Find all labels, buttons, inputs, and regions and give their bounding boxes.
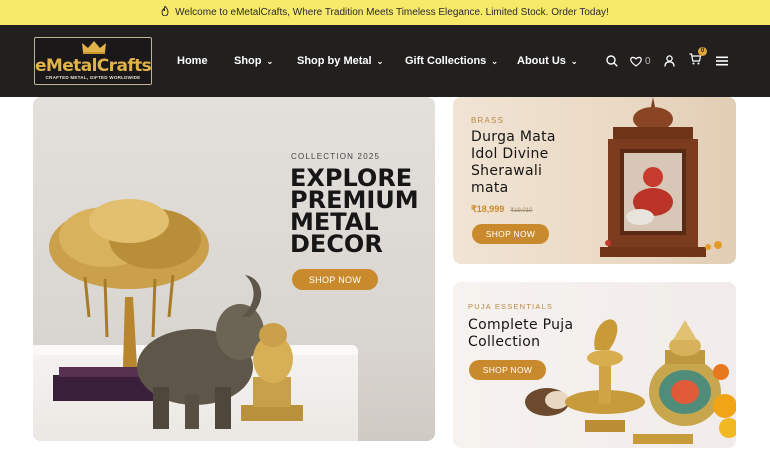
card1-title-line: mata (471, 180, 509, 196)
promo-card-puja-essentials[interactable]: PUJA ESSENTIALS Complete Puja Collection… (453, 282, 736, 448)
card1-price: ₹18,999 (471, 204, 505, 214)
fire-icon (161, 4, 169, 19)
cart-button[interactable]: 0 (689, 25, 707, 97)
wishlist-button[interactable]: 0 (630, 25, 651, 97)
heart-icon (630, 56, 642, 67)
card1-price-row: ₹18,999 ₹19,010 (471, 204, 532, 215)
hamburger-menu-button[interactable] (716, 25, 728, 97)
card2-title-line: Collection (468, 334, 541, 350)
logo-brand: eMetalCrafts (35, 56, 152, 76)
nav-item-label: Home (177, 55, 208, 67)
site-logo[interactable]: eMetalCrafts CRAFTED METAL, GIFTED WORLD… (34, 37, 152, 85)
chevron-down-icon: ⌄ (266, 56, 274, 66)
hamburger-icon (716, 56, 728, 66)
logo-tagline: CRAFTED METAL, GIFTED WORLDWIDE (45, 75, 141, 80)
card1-eyebrow: BRASS (471, 116, 505, 125)
hero-eyebrow: COLLECTION 2025 (291, 152, 381, 161)
nav-item-shop-by-metal[interactable]: Shop by Metal ⌄ (297, 25, 383, 97)
account-button[interactable] (664, 25, 675, 97)
search-button[interactable] (606, 25, 618, 97)
temple-idol-artwork (600, 97, 722, 257)
hero-shop-now-button[interactable]: SHOP NOW (292, 269, 378, 290)
chevron-down-icon: ⌄ (376, 56, 384, 66)
cart-count-badge: 0 (698, 47, 707, 56)
metal-decor-artwork (49, 199, 303, 429)
card2-eyebrow: PUJA ESSENTIALS (468, 302, 554, 311)
nav-item-label: Gift Collections (405, 55, 487, 67)
nav-item-label: Shop by Metal (297, 55, 372, 67)
chevron-down-icon: ⌄ (491, 56, 498, 66)
card2-shop-now-button[interactable]: SHOP NOW (469, 360, 546, 380)
card1-title-line: Idol Divine (471, 146, 549, 162)
promo-card-durga-mata[interactable]: BRASS Durga Mata Idol Divine Sherawali m… (453, 97, 736, 264)
card2-title: Complete Puja Collection (468, 317, 573, 351)
announcement-text: Welcome to eMetalCrafts, Where Tradition… (175, 7, 609, 18)
card1-title-line: Sherawali (471, 163, 543, 179)
card1-title: Durga Mata Idol Divine Sherawali mata (471, 129, 556, 197)
card1-old-price: ₹19,010 (510, 208, 533, 214)
card1-title-line: Durga Mata (471, 129, 556, 145)
nav-item-gift-collections[interactable]: Gift Collections ⌄ (405, 25, 498, 97)
main-navbar: eMetalCrafts CRAFTED METAL, GIFTED WORLD… (0, 25, 770, 97)
card1-shop-now-button[interactable]: SHOP NOW (472, 224, 549, 244)
nav-item-label: About Us (517, 55, 566, 67)
chevron-down-icon: ⌄ (570, 56, 578, 66)
search-icon (606, 55, 618, 67)
hero-headline-line: DECOR (290, 230, 383, 258)
nav-item-label: Shop (234, 55, 262, 67)
wishlist-count: 0 (645, 55, 651, 67)
crown-icon (82, 41, 106, 54)
card2-title-line: Complete Puja (468, 317, 574, 333)
announcement-bar: Welcome to eMetalCrafts, Where Tradition… (0, 0, 770, 25)
nav-item-about-us[interactable]: About Us ⌄ (517, 25, 578, 97)
nav-item-home[interactable]: Home (177, 25, 208, 97)
nav-item-shop[interactable]: Shop ⌄ (234, 25, 273, 97)
hero-headline: EXPLORE PREMIUM METAL DECOR (290, 166, 419, 258)
hero-banner[interactable]: COLLECTION 2025 EXPLORE PREMIUM METAL DE… (33, 97, 435, 441)
user-icon (664, 55, 675, 67)
